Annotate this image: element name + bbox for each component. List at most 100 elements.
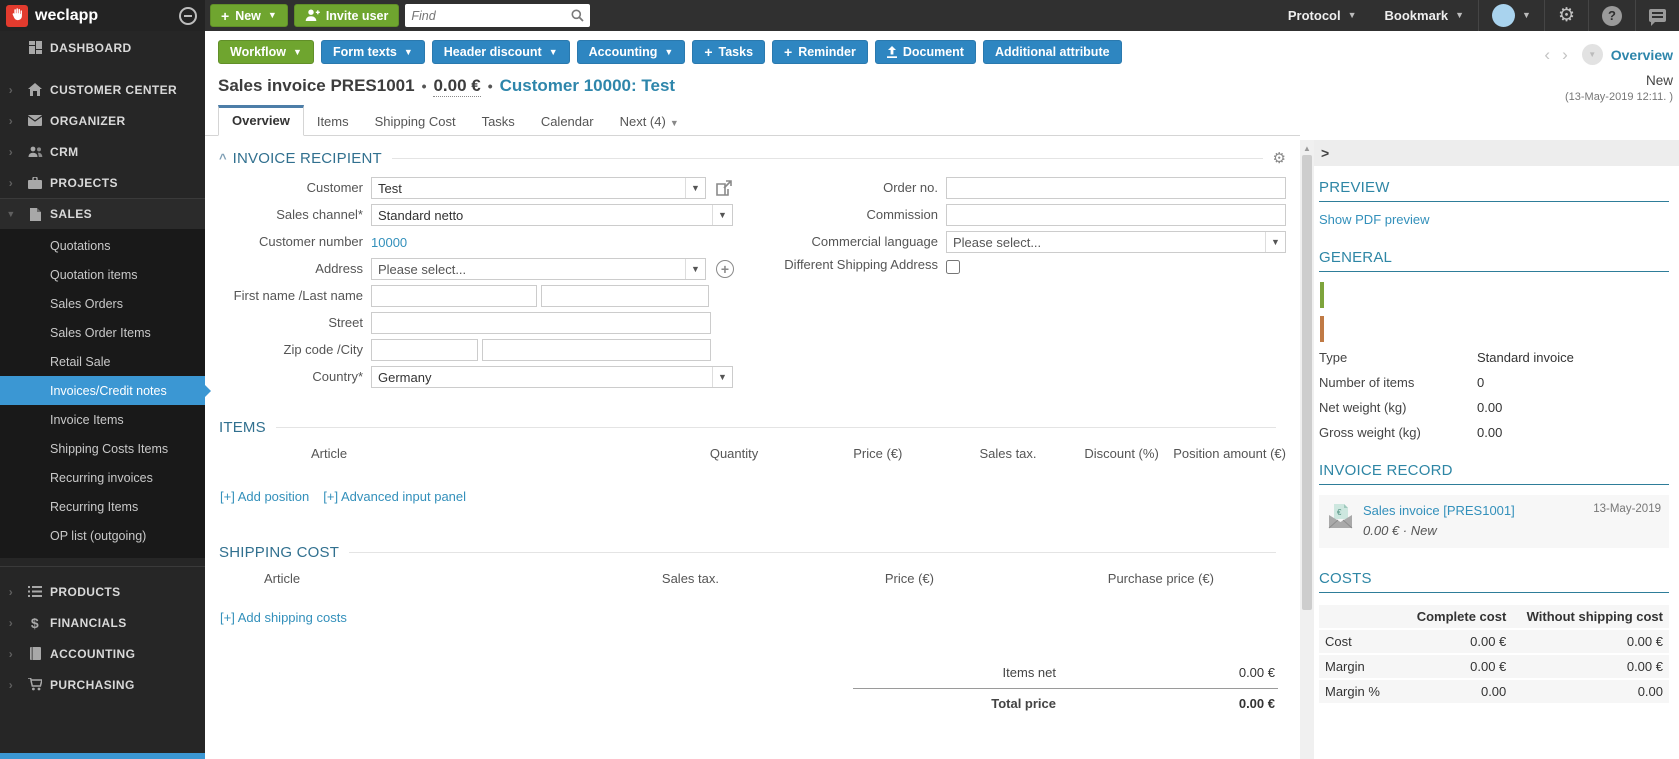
sidebar-item-invoice-items[interactable]: Invoice Items (0, 405, 205, 434)
sales-submenu: Quotations Quotation items Sales Orders … (0, 229, 205, 558)
user-menu[interactable]: ▼ (1479, 0, 1544, 31)
sidebar-item-op-list-outgoing[interactable]: OP list (outgoing) (0, 521, 205, 550)
search-icon[interactable] (571, 9, 584, 22)
advanced-input-panel-link[interactable]: [+] Advanced input panel (323, 489, 466, 504)
costs-heading: COSTS (1319, 570, 1669, 593)
add-address-icon[interactable]: + (716, 260, 734, 278)
sidebar-item-recurring-invoices[interactable]: Recurring invoices (0, 463, 205, 492)
sidebar-item-products[interactable]: › PRODUCTS (0, 576, 205, 607)
add-position-link[interactable]: [+] Add position (220, 489, 309, 504)
header-discount-button[interactable]: Header discount▼ (432, 40, 570, 64)
street-input[interactable] (371, 312, 711, 334)
invoice-record-card[interactable]: € Sales invoice [PRES1001] 0.00 € · New … (1319, 495, 1669, 548)
tab-next-more[interactable]: Next (4)▼ (607, 107, 692, 136)
scroll-up-icon[interactable]: ▲ (1303, 140, 1311, 155)
chevron-down-icon: ▼ (712, 205, 732, 225)
settings-button[interactable]: ⚙ (1545, 0, 1588, 31)
commercial-language-label: Commercial language (746, 235, 946, 250)
tab-overview[interactable]: Overview (218, 105, 304, 136)
items-net-label: Items net (856, 665, 1056, 680)
show-pdf-preview-link[interactable]: Show PDF preview (1319, 212, 1430, 227)
overview-content: ^ INVOICE RECIPIENT ⚙ Customer Test ▼ (205, 136, 1300, 759)
section-settings-icon[interactable]: ⚙ (1273, 149, 1286, 167)
sales-channel-select[interactable]: Standard netto ▼ (371, 204, 733, 226)
new-button[interactable]: + New ▼ (210, 4, 288, 27)
address-select[interactable]: Please select... ▼ (371, 258, 706, 280)
country-select[interactable]: Germany ▼ (371, 366, 733, 388)
different-shipping-checkbox[interactable] (946, 260, 960, 274)
zip-code-input[interactable] (371, 339, 478, 361)
tab-tasks[interactable]: Tasks (469, 107, 528, 136)
add-task-button[interactable]: +Tasks (692, 40, 765, 64)
next-record-icon[interactable]: › (1556, 46, 1574, 63)
items-net-value: 0.00 € (1239, 665, 1275, 680)
last-name-input[interactable] (541, 285, 709, 307)
additional-attribute-button[interactable]: Additional attribute (983, 40, 1122, 64)
tab-items[interactable]: Items (304, 107, 362, 136)
sales-invoice-link[interactable]: Sales invoice [PRES1001] (1363, 503, 1593, 518)
chevron-down-icon: ▼ (712, 367, 732, 387)
dollar-icon: $ (22, 615, 48, 631)
sidebar-item-sales[interactable]: ▼ SALES (0, 198, 205, 229)
general-heading: GENERAL (1319, 249, 1669, 272)
sidebar-item-customer-center[interactable]: › CUSTOMER CENTER (0, 74, 205, 105)
sidebar-item-financials[interactable]: › $ FINANCIALS (0, 607, 205, 638)
workflow-button[interactable]: Workflow▼ (218, 40, 314, 64)
form-texts-button[interactable]: Form texts▼ (321, 40, 425, 64)
open-customer-icon[interactable] (716, 180, 732, 196)
sidebar-item-quotation-items[interactable]: Quotation items (0, 260, 205, 289)
sidebar-item-crm[interactable]: › CRM (0, 136, 205, 167)
sidebar-item-recurring-items[interactable]: Recurring Items (0, 492, 205, 521)
tab-shipping-cost[interactable]: Shipping Cost (362, 107, 469, 136)
main-area: Workflow▼ Form texts▼ Header discount▼ A… (205, 31, 1300, 759)
sidebar-item-quotations[interactable]: Quotations (0, 231, 205, 260)
page-title: Sales invoice PRES1001 • 0.00 € • Custom… (205, 69, 1300, 103)
topbar: weclapp + New ▼ Invite user Protocol▼ Bo… (0, 0, 1679, 31)
search-input[interactable] (411, 9, 571, 23)
collapse-section-icon[interactable]: ^ (219, 151, 227, 166)
first-name-input[interactable] (371, 285, 537, 307)
order-no-input[interactable] (946, 177, 1286, 199)
chevron-down-icon: ▼ (1455, 11, 1464, 20)
sidebar-item-retail-sale[interactable]: Retail Sale (0, 347, 205, 376)
sidebar-item-sales-order-items[interactable]: Sales Order Items (0, 318, 205, 347)
add-shipping-costs-link[interactable]: [+] Add shipping costs (220, 610, 347, 625)
bookmark-menu[interactable]: Bookmark▼ (1371, 0, 1479, 31)
sidebar-item-invoices-credit-notes[interactable]: Invoices/Credit notes (0, 376, 205, 405)
tab-calendar[interactable]: Calendar (528, 107, 607, 136)
scrollbar-thumb[interactable] (1302, 155, 1312, 610)
add-reminder-button[interactable]: +Reminder (772, 40, 868, 64)
customer-select[interactable]: Test ▼ (371, 177, 706, 199)
chevron-down-icon: ▼ (293, 48, 302, 57)
collapse-sidebar-icon[interactable] (179, 7, 197, 25)
help-button[interactable]: ? (1589, 0, 1635, 31)
city-input[interactable] (482, 339, 711, 361)
record-menu-icon[interactable]: ▼ (1582, 44, 1603, 65)
sidebar-item-organizer[interactable]: › ORGANIZER (0, 105, 205, 136)
commission-input[interactable] (946, 204, 1286, 226)
customer-number-link[interactable]: 10000 (371, 235, 407, 250)
commercial-language-select[interactable]: Please select... ▼ (946, 231, 1286, 253)
overview-link[interactable]: Overview (1611, 47, 1673, 63)
invoice-amount[interactable]: 0.00 € (433, 76, 480, 97)
protocol-menu[interactable]: Protocol▼ (1274, 0, 1371, 31)
previous-record-icon[interactable]: ‹ (1538, 46, 1556, 63)
sidebar-item-shipping-costs-items[interactable]: Shipping Costs Items (0, 434, 205, 463)
customer-link[interactable]: Customer 10000: Test (500, 76, 675, 96)
panel-collapse-bar[interactable]: > (1314, 140, 1679, 166)
section-heading: ITEMS (219, 419, 266, 436)
feedback-button[interactable] (1636, 0, 1679, 31)
sidebar-item-projects[interactable]: › PROJECTS (0, 167, 205, 198)
sidebar-item-sales-orders[interactable]: Sales Orders (0, 289, 205, 318)
sidebar-item-purchasing[interactable]: › PURCHASING (0, 669, 205, 700)
chevron-down-icon: ▼ (1522, 11, 1531, 20)
sidebar-item-accounting[interactable]: › ACCOUNTING (0, 638, 205, 669)
scrollbar-track[interactable]: ▲ (1300, 140, 1314, 759)
invite-user-button[interactable]: Invite user (294, 4, 400, 27)
upload-document-button[interactable]: Document (875, 40, 976, 64)
accounting-button[interactable]: Accounting▼ (577, 40, 686, 64)
sidebar-item-dashboard[interactable]: DASHBOARD (0, 32, 205, 63)
action-toolbar: Workflow▼ Form texts▼ Header discount▼ A… (205, 31, 1300, 69)
weclapp-logo[interactable] (6, 5, 28, 27)
invoice-record-heading: INVOICE RECORD (1319, 462, 1669, 485)
